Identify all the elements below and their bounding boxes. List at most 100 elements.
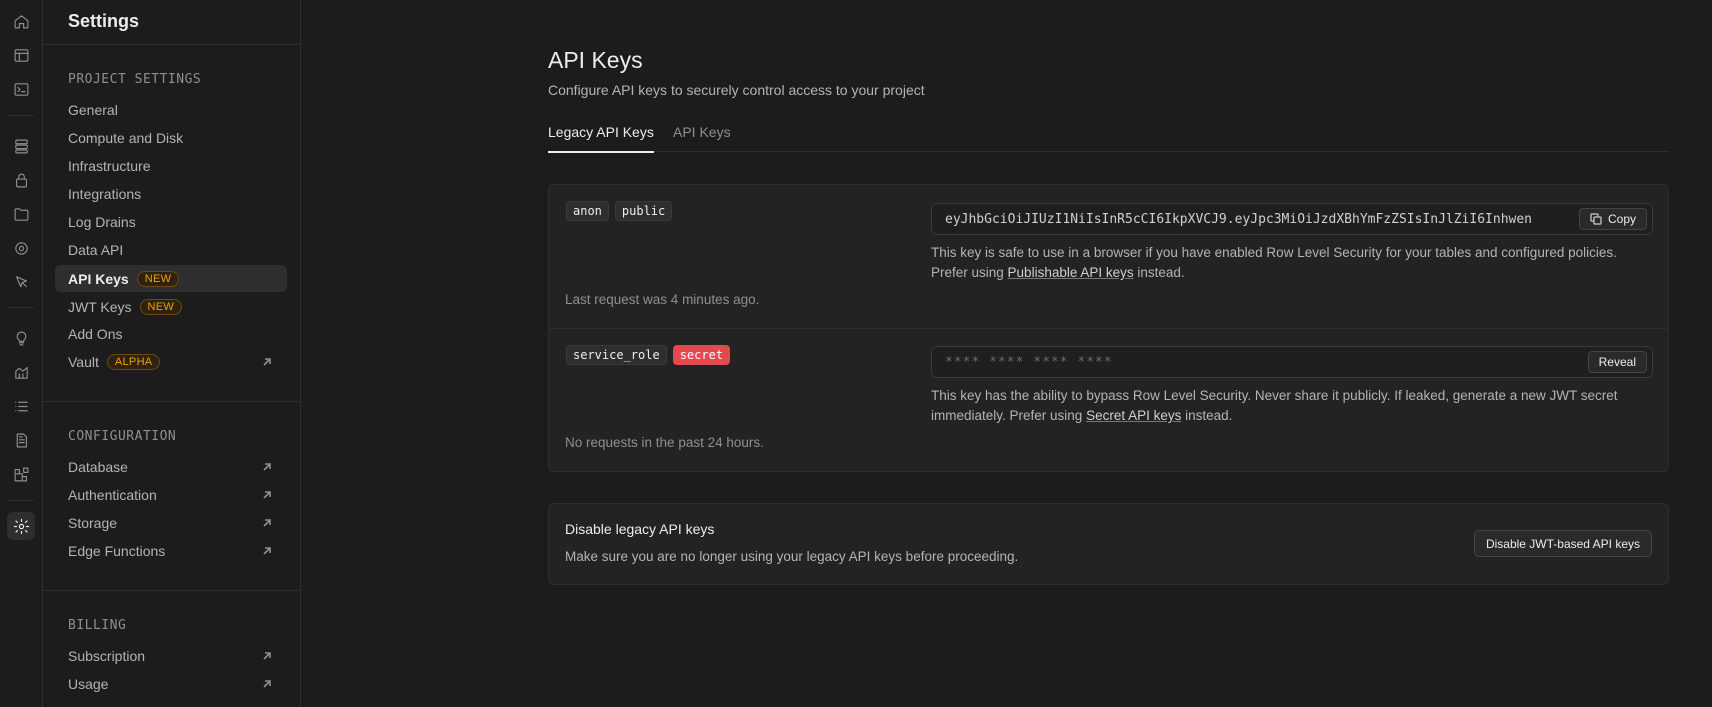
api-docs-icon[interactable] [7,426,35,454]
integrations-icon[interactable] [7,460,35,488]
sidebar-item-usage[interactable]: Usage [55,670,287,697]
sidebar-item-label: Compute and Disk [68,129,184,146]
anon-key-field[interactable]: eyJhbGciOiJIUzI1NiIsInR5cCI6IkpXVCJ9.eyJ… [931,203,1653,235]
disable-jwt-keys-button[interactable]: Disable JWT-based API keys [1473,530,1652,557]
disable-legacy-keys-card: Disable legacy API keys Make sure you ar… [548,503,1669,585]
sidebar-item-label: Integrations [68,185,142,202]
group-label-project-settings: PROJECT SETTINGS [68,72,202,87]
external-link-icon [261,516,273,528]
copy-button[interactable]: Copy [1578,208,1647,230]
settings-sidebar: Settings PROJECT SETTINGS General Comput… [43,0,301,707]
tab-legacy-api-keys[interactable]: Legacy API Keys [548,124,654,153]
external-link-icon [261,355,273,367]
sidebar-item-subscription[interactable]: Subscription [55,642,287,669]
database-icon[interactable] [7,132,35,160]
table-editor-icon[interactable] [7,41,35,69]
alpha-badge: ALPHA [106,353,161,370]
sidebar-item-edge-functions[interactable]: Edge Functions [55,537,287,564]
anon-key-help: This key is safe to use in a browser if … [931,243,1653,283]
external-link-icon [261,677,273,689]
external-link-icon [261,544,273,556]
sidebar-item-label: Data API [68,241,124,258]
sidebar-item-jwt-keys[interactable]: JWT Keys NEW [55,293,287,320]
group-label-billing: BILLING [68,618,127,633]
sidebar-item-label: Log Drains [68,213,136,230]
service-role-help-text: This key has the ability to bypass Row L… [931,388,1618,423]
legacy-keys-card: anon public eyJhbGciOiJIUzI1NiIsInR5cCI6… [548,184,1669,472]
sidebar-item-infrastructure[interactable]: Infrastructure [55,152,287,179]
sidebar-title: Settings [68,11,140,31]
rail-divider [8,500,34,501]
copy-icon [1590,213,1602,225]
home-icon[interactable] [7,7,35,35]
sidebar-item-log-drains[interactable]: Log Drains [55,208,287,235]
sidebar-item-label: JWT Keys [68,298,132,315]
logs-icon[interactable] [7,392,35,420]
sidebar-item-label: Subscription [68,647,146,664]
new-badge: NEW [139,298,183,315]
sidebar-divider [43,401,300,402]
sidebar-item-label: General [68,101,118,118]
key-row-service-role: service_role secret **** **** **** **** … [549,328,1668,471]
main-content: API Keys Configure API keys to securely … [301,0,1712,707]
sidebar-item-label: Edge Functions [68,542,166,559]
tab-bar: Legacy API Keys API Keys [548,115,1669,153]
tag-public: public [614,201,673,221]
key-tags: anon public [566,201,673,221]
service-role-key-value: **** **** **** **** [945,355,1113,370]
sidebar-item-add-ons[interactable]: Add Ons [55,320,287,347]
publishable-api-keys-link[interactable]: Publishable API keys [1008,265,1134,280]
tag-service-role: service_role [566,345,667,365]
service-role-key-field[interactable]: **** **** **** **** Reveal [931,346,1653,378]
sidebar-item-compute-and-disk[interactable]: Compute and Disk [55,124,287,151]
external-link-icon [261,649,273,661]
reveal-button-label: Reveal [1598,355,1636,369]
disable-title: Disable legacy API keys [565,521,715,537]
sidebar-item-label: Authentication [68,486,157,503]
group-label-configuration: CONFIGURATION [68,429,177,444]
page-title: API Keys [548,47,643,73]
settings-icon[interactable] [7,512,35,540]
sidebar-item-label: Add Ons [68,325,123,342]
key-tags: service_role secret [566,345,731,365]
sql-editor-icon[interactable] [7,75,35,103]
new-badge: NEW [136,270,180,287]
key-row-anon: anon public eyJhbGciOiJIUzI1NiIsInR5cCI6… [549,185,1668,328]
sidebar-item-vault[interactable]: Vault ALPHA [55,348,287,375]
sidebar-item-label: Vault [68,353,99,370]
sidebar-item-label: Storage [68,514,118,531]
sidebar-item-label: API Keys [68,270,129,287]
sidebar-divider [43,44,300,45]
sidebar-item-integrations[interactable]: Integrations [55,180,287,207]
service-role-key-help: This key has the ability to bypass Row L… [931,386,1653,426]
realtime-icon[interactable] [7,234,35,262]
tab-api-keys[interactable]: API Keys [673,124,731,151]
sidebar-item-data-api[interactable]: Data API [55,236,287,263]
external-link-icon [261,488,273,500]
sidebar-item-authentication[interactable]: Authentication [55,481,287,508]
sidebar-item-label: Usage [68,675,109,692]
sidebar-item-general[interactable]: General [55,96,287,123]
disable-description: Make sure you are no longer using your l… [565,549,1019,564]
sidebar-divider [43,590,300,591]
page-description: Configure API keys to securely control a… [548,82,925,98]
reveal-button[interactable]: Reveal [1587,351,1647,373]
advisors-icon[interactable] [7,324,35,352]
sidebar-item-database[interactable]: Database [55,453,287,480]
rail-divider [8,115,34,116]
anon-key-value[interactable]: eyJhbGciOiJIUzI1NiIsInR5cCI6IkpXVCJ9.eyJ… [945,212,1585,227]
sidebar-item-storage[interactable]: Storage [55,509,287,536]
sidebar-item-label: Infrastructure [68,157,151,174]
copy-button-label: Copy [1607,212,1636,226]
storage-icon[interactable] [7,200,35,228]
secret-api-keys-link[interactable]: Secret API keys [1086,408,1181,423]
edge-functions-icon[interactable] [7,268,35,296]
anon-last-request: Last request was 4 minutes ago. [565,292,760,307]
anon-help-suffix: instead. [1133,265,1185,280]
sidebar-item-api-keys[interactable]: API Keys NEW [55,265,287,292]
icon-rail [0,0,43,707]
tag-anon: anon [566,201,609,221]
service-role-help-suffix: instead. [1181,408,1233,423]
authentication-icon[interactable] [7,166,35,194]
reports-icon[interactable] [7,358,35,386]
